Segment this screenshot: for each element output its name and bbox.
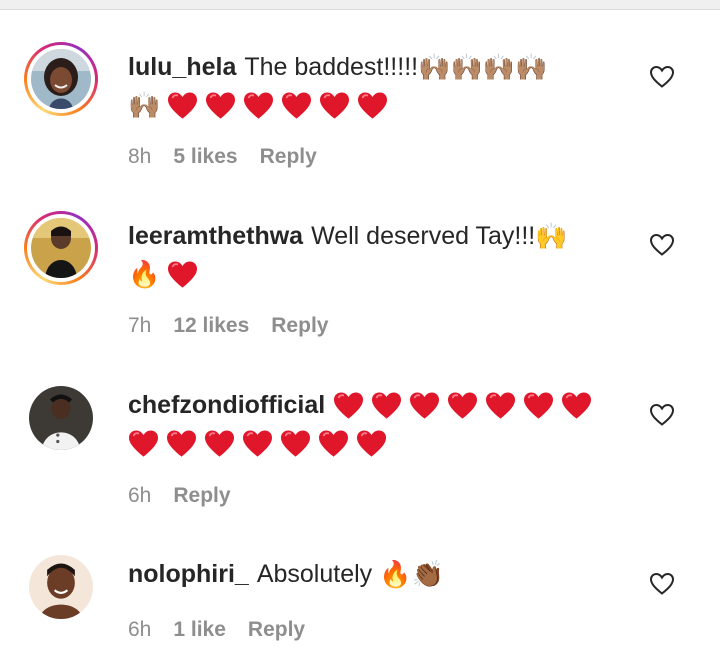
like-heart-icon[interactable]	[649, 233, 675, 257]
fire-clap-emoji: 🔥👏🏾	[379, 560, 444, 591]
username-link[interactable]: nolophiri_	[128, 560, 249, 588]
red-heart-emoji	[242, 429, 273, 459]
timestamp[interactable]: 8h	[128, 145, 151, 168]
comment-body: Well deserved Tay!!!	[311, 222, 536, 250]
red-heart-emoji	[447, 391, 478, 421]
red-heart-emoji	[128, 429, 159, 459]
comment-text: nolophiri_ Absolutely 🔥👏🏾	[128, 555, 628, 593]
hearts-row	[167, 91, 395, 119]
red-heart-emoji	[166, 429, 197, 459]
like-heart-icon[interactable]	[649, 403, 675, 427]
comment-body: The baddest!!!!!	[244, 53, 419, 81]
top-divider	[0, 0, 720, 10]
comment-meta: 6h 1 like Reply	[128, 618, 327, 642]
avatar-story-ring[interactable]	[24, 211, 98, 285]
username-link[interactable]: chefzondiofficial	[128, 391, 325, 419]
comment-meta: 7h 12 likes Reply	[128, 314, 350, 338]
red-heart-emoji	[333, 391, 364, 421]
comment-text: leeramthethwa Well deserved Tay!!!🙌 🔥	[128, 217, 628, 293]
raised-hands-emoji: 🙌🏽🙌🏽🙌🏽🙌🏽	[418, 53, 548, 84]
comment-body: Absolutely	[256, 560, 373, 588]
like-heart-icon[interactable]	[649, 65, 675, 89]
avatar[interactable]	[24, 381, 98, 455]
red-heart-emoji	[319, 91, 350, 121]
avatar-image	[29, 555, 93, 619]
username-link[interactable]: lulu_hela	[128, 53, 236, 81]
hearts-row	[128, 429, 394, 457]
reply-button[interactable]: Reply	[248, 618, 305, 641]
timestamp[interactable]: 6h	[128, 484, 151, 507]
like-heart-icon[interactable]	[649, 572, 675, 596]
red-heart-emoji	[409, 391, 440, 421]
likes-count[interactable]: 1 like	[173, 618, 226, 641]
red-heart-emoji	[357, 91, 388, 121]
avatar-story-ring[interactable]	[24, 42, 98, 116]
username-link[interactable]: leeramthethwa	[128, 222, 303, 250]
red-heart-emoji	[167, 260, 198, 290]
red-heart-emoji	[523, 391, 554, 421]
raised-hands-emoji: 🙌	[535, 222, 568, 253]
reply-button[interactable]: Reply	[260, 145, 317, 168]
fire-emoji: 🔥	[128, 260, 161, 291]
timestamp[interactable]: 7h	[128, 314, 151, 337]
red-heart-emoji	[205, 91, 236, 121]
red-heart-emoji	[167, 91, 198, 121]
comment-text: lulu_hela The baddest!!!!!🙌🏽🙌🏽🙌🏽🙌🏽 🙌🏽	[128, 48, 628, 124]
timestamp[interactable]: 6h	[128, 618, 151, 641]
comment-text: chefzondiofficial	[128, 386, 628, 462]
comment-meta: 8h 5 likes Reply	[128, 145, 339, 169]
avatar-image	[29, 386, 93, 450]
red-heart-emoji	[561, 391, 592, 421]
red-heart-emoji	[204, 429, 235, 459]
red-heart-emoji	[485, 391, 516, 421]
red-heart-emoji	[318, 429, 349, 459]
avatar[interactable]	[24, 550, 98, 624]
reply-button[interactable]: Reply	[271, 314, 328, 337]
avatar	[31, 49, 91, 109]
reply-button[interactable]: Reply	[173, 484, 230, 507]
red-heart-emoji	[280, 429, 311, 459]
red-heart-emoji	[356, 429, 387, 459]
avatar	[31, 218, 91, 278]
hearts-row	[333, 391, 599, 419]
likes-count[interactable]: 12 likes	[173, 314, 249, 337]
red-heart-emoji	[243, 91, 274, 121]
red-heart-emoji	[371, 391, 402, 421]
comment-meta: 6h Reply	[128, 484, 253, 508]
raised-hands-emoji: 🙌🏽	[128, 91, 161, 122]
red-heart-emoji	[281, 91, 312, 121]
likes-count[interactable]: 5 likes	[173, 145, 237, 168]
